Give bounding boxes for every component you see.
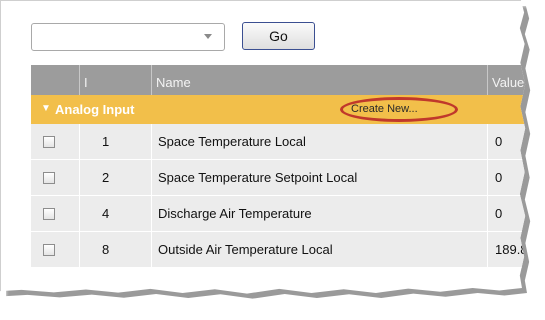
row-name: Space Temperature Setpoint Local	[151, 160, 487, 195]
chevron-down-icon[interactable]	[204, 34, 212, 39]
table-row[interactable]: 2 Space Temperature Setpoint Local 0	[31, 160, 526, 196]
row-select-cell	[31, 196, 78, 231]
grid-header: I Name Value	[31, 65, 526, 95]
row-id: 4	[79, 196, 151, 231]
row-select-cell	[31, 160, 78, 195]
row-checkbox[interactable]	[43, 208, 55, 220]
row-id: 1	[79, 124, 151, 159]
row-value: 189.8	[487, 232, 525, 267]
row-select-cell	[31, 232, 78, 267]
screenshot-panel: Go I Name Value ▼ Analog Input Create Ne…	[0, 0, 526, 294]
group-row-analog-input[interactable]: ▼ Analog Input Create New...	[31, 95, 526, 124]
row-checkbox[interactable]	[43, 244, 55, 256]
group-label: Analog Input	[55, 102, 135, 117]
row-name: Outside Air Temperature Local	[151, 232, 487, 267]
go-button[interactable]: Go	[242, 22, 315, 50]
table-row[interactable]: 1 Space Temperature Local 0	[31, 124, 526, 160]
create-new-link[interactable]: Create New...	[351, 103, 418, 115]
row-value: 0	[487, 124, 525, 159]
column-header-id[interactable]: I	[79, 65, 151, 95]
row-checkbox[interactable]	[43, 172, 55, 184]
row-name: Discharge Air Temperature	[151, 196, 487, 231]
row-checkbox[interactable]	[43, 136, 55, 148]
table-row[interactable]: 8 Outside Air Temperature Local 189.8	[31, 232, 526, 268]
row-name: Space Temperature Local	[151, 124, 487, 159]
table-row[interactable]: 4 Discharge Air Temperature 0	[31, 196, 526, 232]
row-id: 8	[79, 232, 151, 267]
column-header-name[interactable]: Name	[151, 65, 487, 95]
expand-caret-icon[interactable]: ▼	[41, 103, 51, 114]
column-header-check[interactable]	[31, 65, 79, 95]
object-type-dropdown[interactable]	[31, 23, 225, 51]
row-id: 2	[79, 160, 151, 195]
row-value: 0	[487, 196, 525, 231]
row-select-cell	[31, 124, 78, 159]
